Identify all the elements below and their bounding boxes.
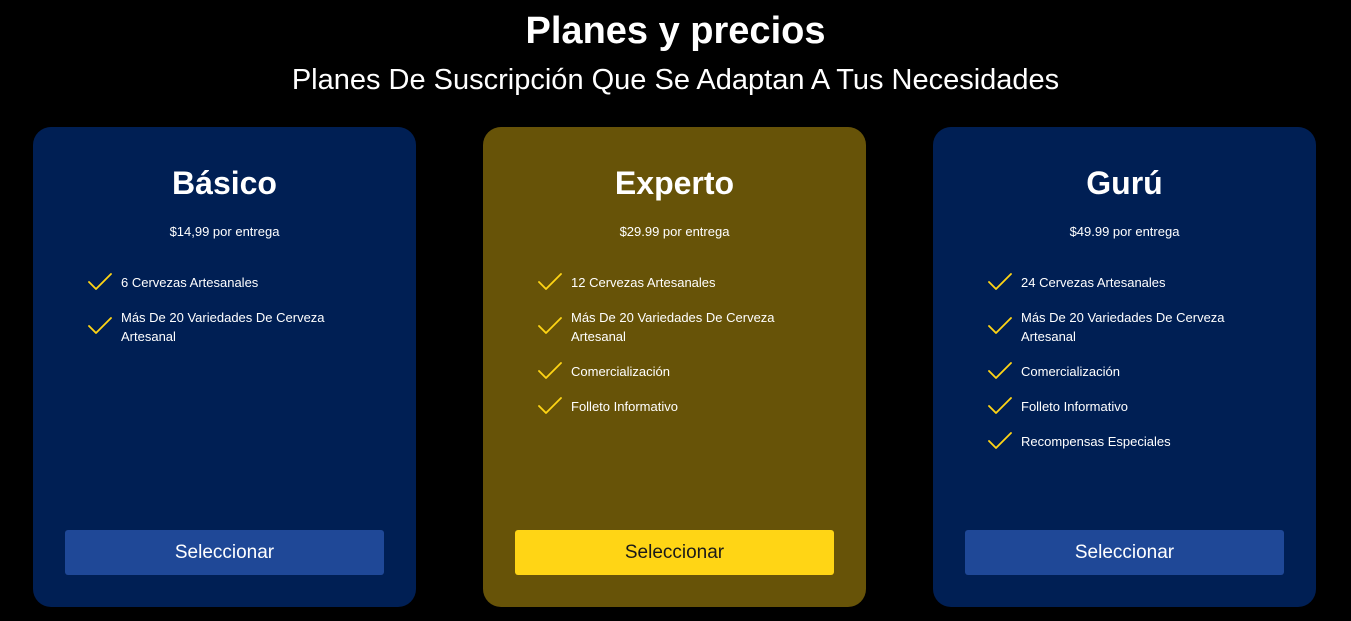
pricing-page: Planes y precios Planes De Suscripción Q…: [0, 0, 1351, 621]
plan-features: 6 Cervezas Artesanales Más De 20 Variedad…: [88, 272, 368, 362]
feature-item: Más De 20 Variedades De Cerveza Artesana…: [88, 308, 368, 346]
plan-card-experto: Experto $29.99 por entrega 12 Cervezas A…: [483, 127, 866, 607]
feature-item: Comercialización: [988, 361, 1268, 381]
check-icon: [988, 272, 1012, 290]
feature-item: Folleto Informativo: [538, 396, 818, 416]
check-icon: [988, 431, 1012, 449]
feature-item: 6 Cervezas Artesanales: [88, 272, 368, 292]
feature-item: 24 Cervezas Artesanales: [988, 272, 1268, 292]
feature-item: Folleto Informativo: [988, 396, 1268, 416]
feature-item: Comercialización: [538, 361, 818, 381]
feature-label: Recompensas Especiales: [1021, 434, 1171, 449]
select-plan-button[interactable]: Seleccionar: [515, 530, 834, 575]
plan-name: Básico: [172, 165, 277, 201]
plan-name: Experto: [614, 165, 735, 201]
plan-price: $14,99 por entrega: [169, 224, 280, 239]
plan-features: 24 Cervezas Artesanales Más De 20 Varieda…: [988, 272, 1268, 467]
check-icon: [538, 272, 562, 290]
check-icon: [988, 361, 1012, 379]
feature-item: Más De 20 Variedades De Cerveza Artesana…: [988, 308, 1268, 346]
select-plan-button[interactable]: Seleccionar: [65, 530, 384, 575]
page-title: Planes y precios: [525, 10, 826, 52]
feature-item: Más De 20 Variedades De Cerveza Artesana…: [538, 308, 818, 346]
feature-label: Comercialización: [1021, 364, 1120, 379]
plan-card-basico: Básico $14,99 por entrega 6 Cervezas Art…: [33, 127, 416, 607]
feature-item: 12 Cervezas Artesanales: [538, 272, 818, 292]
check-icon: [538, 361, 562, 379]
feature-label: 6 Cervezas Artesanales: [121, 275, 259, 290]
check-icon: [538, 396, 562, 414]
plan-price: $29.99 por entrega: [619, 224, 730, 239]
plan-card-guru: Gurú $49.99 por entrega 24 Cervezas Arte…: [933, 127, 1316, 607]
feature-label: Más De 20 Variedades De Cerveza Artesana…: [121, 310, 325, 344]
feature-label: Comercialización: [571, 364, 670, 379]
check-icon: [988, 396, 1012, 414]
check-icon: [538, 317, 562, 334]
check-icon: [88, 317, 112, 334]
feature-label: Más De 20 Variedades De Cerveza Artesana…: [571, 310, 775, 344]
feature-label: Folleto Informativo: [571, 399, 678, 414]
plan-features: 12 Cervezas Artesanales Más De 20 Varieda…: [538, 272, 818, 432]
page-subtitle: Planes De Suscripción Que Se Adaptan A T…: [291, 64, 1060, 96]
select-plan-button[interactable]: Seleccionar: [965, 530, 1284, 575]
plan-price: $49.99 por entrega: [1069, 224, 1180, 239]
feature-label: Folleto Informativo: [1021, 399, 1128, 414]
plan-name: Gurú: [1086, 165, 1163, 201]
feature-item: Recompensas Especiales: [988, 431, 1268, 451]
feature-label: 24 Cervezas Artesanales: [1021, 275, 1166, 290]
feature-label: 12 Cervezas Artesanales: [571, 275, 716, 290]
feature-label: Más De 20 Variedades De Cerveza Artesana…: [1021, 310, 1225, 344]
check-icon: [88, 272, 112, 290]
check-icon: [988, 317, 1012, 334]
